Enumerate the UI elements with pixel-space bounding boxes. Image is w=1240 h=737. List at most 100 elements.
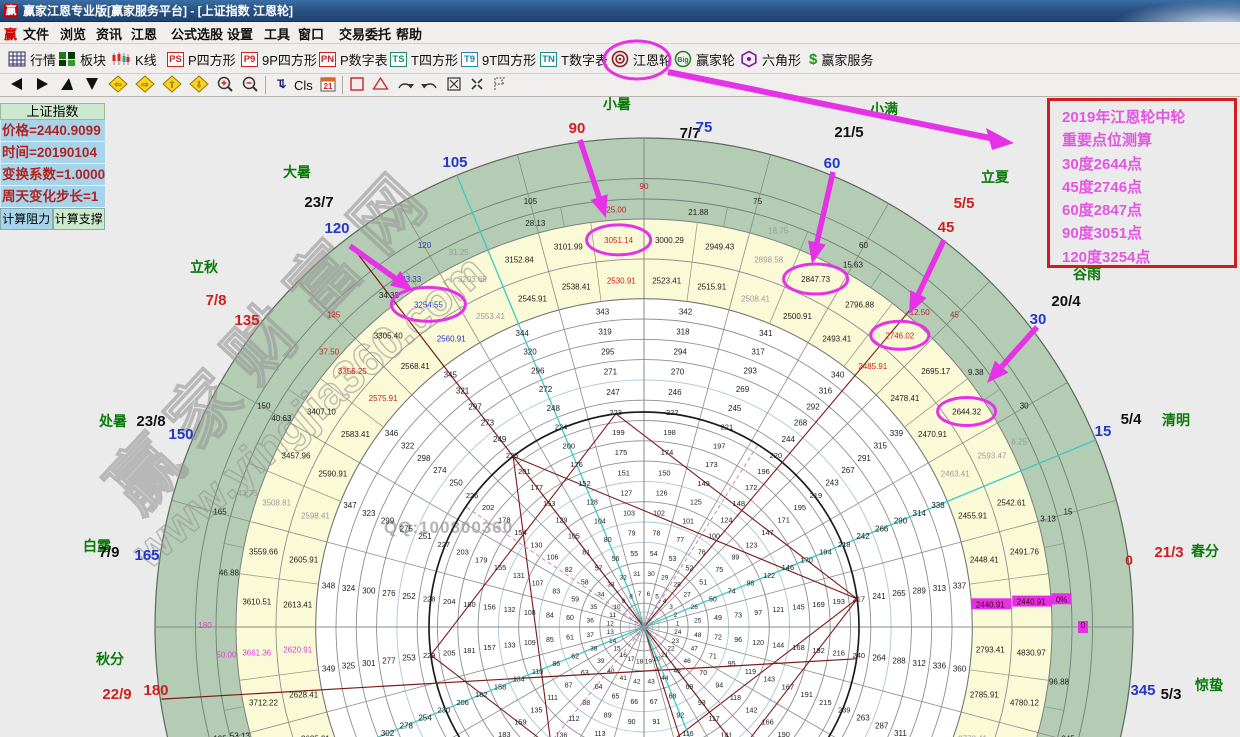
svg-text:116: 116 [683,731,694,737]
svg-text:180: 180 [198,621,212,630]
svg-text:120: 120 [752,640,764,647]
svg-text:50.00: 50.00 [216,651,237,660]
svg-text:319: 319 [598,327,612,336]
svg-text:60: 60 [859,241,868,250]
svg-text:118: 118 [730,695,741,702]
svg-text:60: 60 [566,615,574,622]
svg-text:337: 337 [953,581,967,590]
svg-text:2553.41: 2553.41 [476,312,505,321]
svg-text:23/8: 23/8 [136,413,165,430]
svg-text:94: 94 [715,683,723,690]
svg-text:21/3: 21/3 [1154,544,1183,561]
svg-text:121: 121 [772,607,784,614]
svg-text:2440.91: 2440.91 [1017,598,1046,607]
svg-text:249: 249 [493,435,507,444]
svg-text:117: 117 [709,716,720,723]
svg-text:165: 165 [134,547,159,564]
svg-text:338: 338 [931,501,945,510]
svg-text:2: 2 [674,612,678,619]
svg-text:60: 60 [824,155,841,172]
svg-text:229: 229 [423,651,436,660]
svg-text:349: 349 [322,664,336,673]
svg-text:25: 25 [694,618,702,625]
svg-text:202: 202 [482,503,495,512]
svg-text:181: 181 [463,646,476,655]
svg-text:5/3: 5/3 [1161,686,1182,703]
svg-text:272: 272 [539,385,553,394]
svg-text:248: 248 [547,404,561,413]
svg-text:317: 317 [751,348,765,357]
svg-text:314: 314 [913,509,927,518]
svg-text:93: 93 [698,700,706,707]
svg-text:311: 311 [894,729,907,737]
svg-text:205: 205 [443,648,456,657]
svg-text:95: 95 [728,661,736,668]
svg-text:100: 100 [708,533,720,540]
svg-text:24: 24 [674,629,682,636]
svg-text:0%: 0% [1056,595,1068,604]
svg-text:19: 19 [645,659,653,666]
svg-text:113: 113 [594,731,605,737]
svg-text:224: 224 [555,423,568,432]
svg-text:150: 150 [168,426,193,443]
svg-text:30: 30 [1030,311,1047,328]
svg-text:7: 7 [638,591,642,598]
svg-text:165: 165 [213,507,227,516]
svg-text:130: 130 [531,542,543,549]
svg-text:3000.29: 3000.29 [655,236,684,245]
svg-text:处暑: 处暑 [98,413,127,429]
svg-text:25.00: 25.00 [606,205,627,214]
svg-text:152: 152 [578,479,591,488]
svg-text:75: 75 [696,119,713,136]
svg-text:296: 296 [531,366,545,375]
svg-text:2515.91: 2515.91 [697,283,726,292]
svg-text:18.75: 18.75 [768,227,789,236]
svg-text:276: 276 [382,589,396,598]
svg-text:133: 133 [504,643,516,650]
svg-text:2455.91: 2455.91 [958,512,987,521]
svg-text:141: 141 [721,732,733,737]
svg-text:51: 51 [699,579,707,586]
svg-text:81: 81 [582,550,590,557]
svg-text:2478.41: 2478.41 [890,394,919,403]
svg-text:264: 264 [872,654,886,663]
svg-text:立秋: 立秋 [190,259,219,275]
svg-text:36: 36 [587,618,595,625]
svg-text:179: 179 [475,555,488,564]
svg-text:288: 288 [892,656,906,665]
svg-text:55: 55 [630,551,638,558]
svg-text:175: 175 [615,448,628,457]
svg-text:10: 10 [613,604,621,611]
svg-text:242: 242 [856,532,870,541]
svg-text:195: 195 [794,503,807,512]
svg-text:⇦: ⇦ [114,79,122,89]
svg-text:271: 271 [604,368,618,377]
svg-text:323: 323 [362,509,376,518]
svg-text:2470.91: 2470.91 [918,430,947,439]
svg-text:125: 125 [690,500,702,507]
svg-text:26: 26 [691,604,699,611]
svg-text:68: 68 [669,694,677,701]
svg-text:343: 343 [596,307,610,316]
svg-text:37: 37 [587,632,595,639]
svg-text:3305.40: 3305.40 [374,331,403,340]
svg-text:48: 48 [694,632,702,639]
svg-text:45: 45 [673,668,681,675]
svg-text:13: 13 [607,629,615,636]
svg-text:301: 301 [362,659,376,668]
svg-text:23/7: 23/7 [304,194,333,211]
svg-text:4: 4 [663,598,667,605]
svg-text:5: 5 [655,593,659,600]
svg-text:2485.91: 2485.91 [858,362,887,371]
svg-text:⇩: ⇩ [195,79,203,89]
svg-text:151: 151 [617,468,630,477]
svg-text:7/8: 7/8 [206,292,227,309]
svg-text:251: 251 [418,532,432,541]
svg-text:39: 39 [597,658,605,665]
svg-text:44: 44 [661,675,669,682]
svg-text:292: 292 [806,403,820,412]
svg-text:31: 31 [633,571,641,578]
svg-text:2583.41: 2583.41 [341,430,370,439]
svg-text:131: 131 [513,573,525,580]
svg-text:173: 173 [705,460,718,469]
